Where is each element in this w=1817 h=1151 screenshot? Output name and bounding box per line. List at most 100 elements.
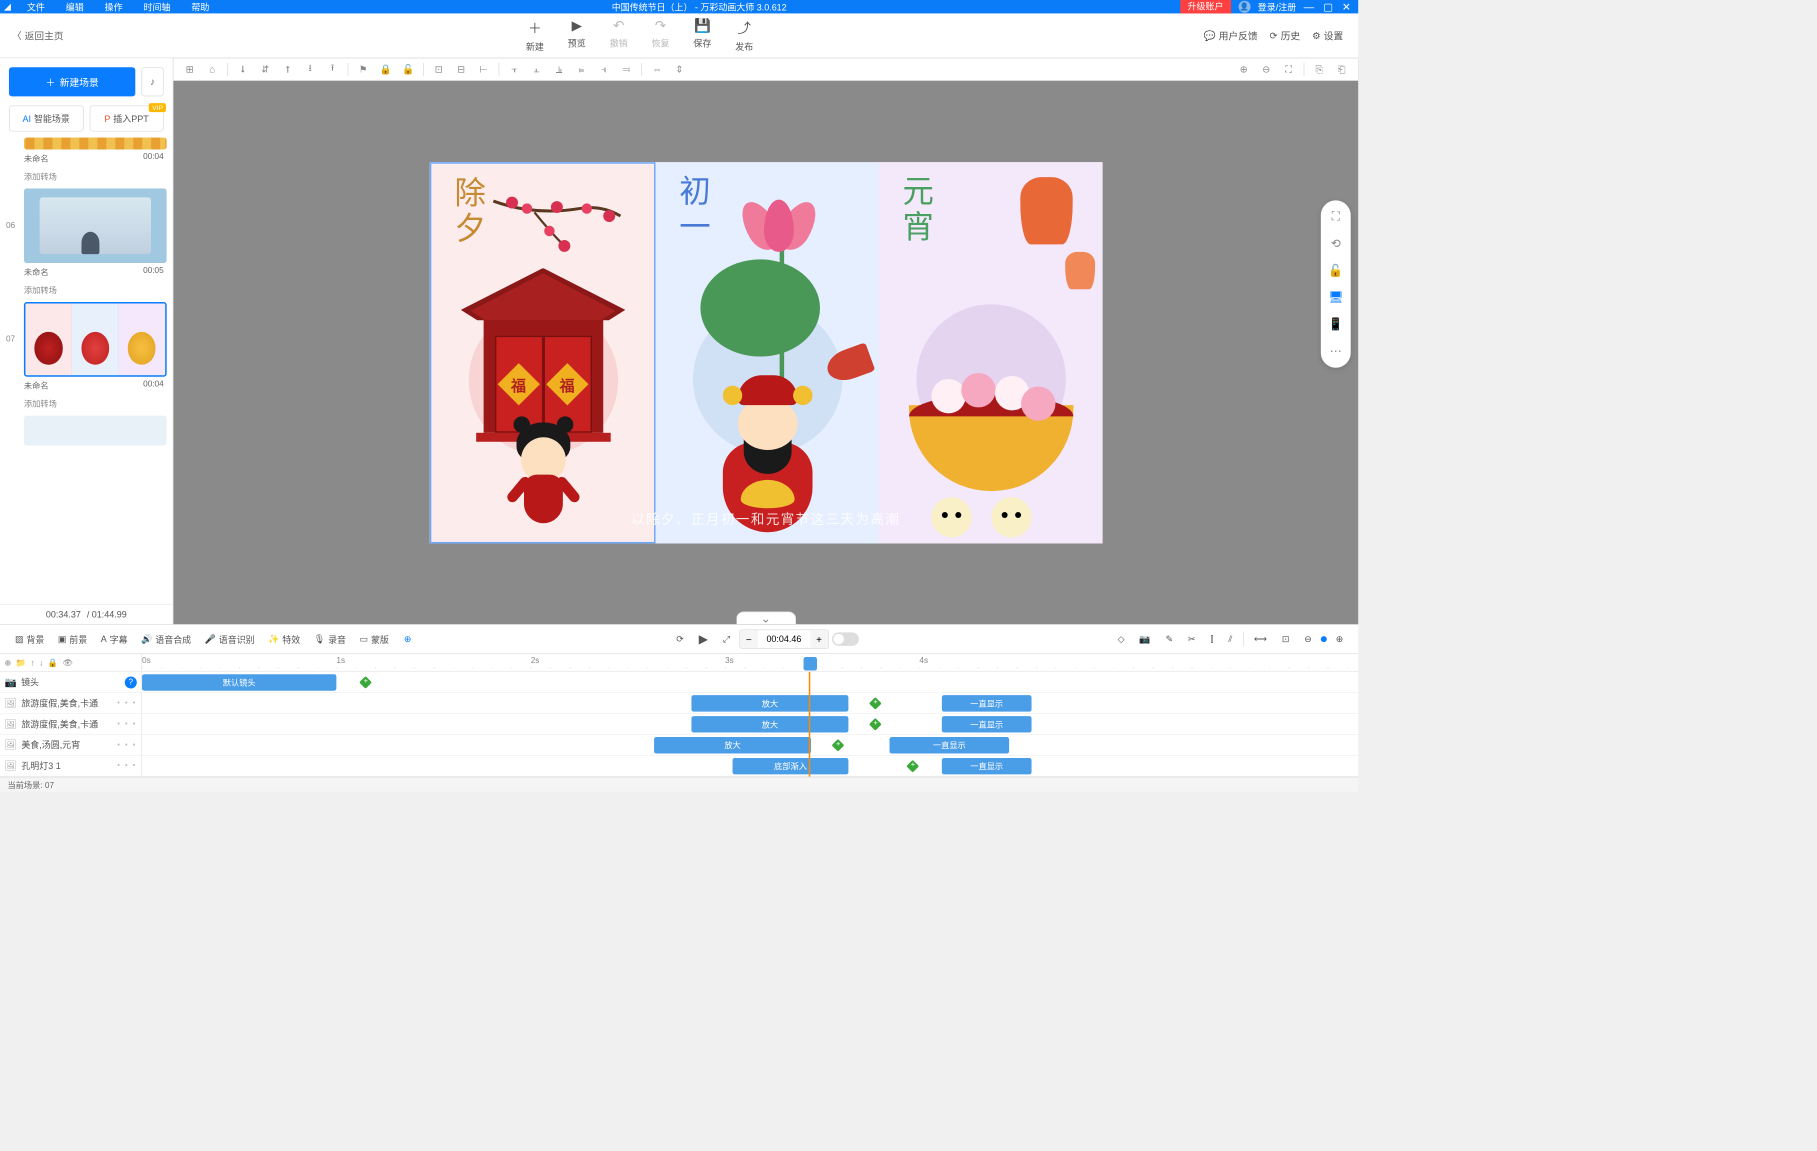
layer-down-icon[interactable]: ↓ bbox=[39, 658, 43, 667]
canvas-panel-chuxi[interactable]: 除夕 福 bbox=[429, 162, 655, 543]
track-label[interactable]: 🖼旅游度假,美食,卡通• • • bbox=[0, 693, 142, 713]
fullscreen-icon[interactable]: ⛶ bbox=[1327, 208, 1345, 226]
close-icon[interactable]: ✕ bbox=[1342, 0, 1351, 13]
scene-item[interactable]: 06 未命名00:05 添加转场 bbox=[6, 188, 167, 299]
track-label[interactable]: 📷镜头? bbox=[0, 672, 142, 692]
clip[interactable]: 一直显示 bbox=[942, 695, 1032, 711]
tl-蒙版[interactable]: ▭ 蒙版 bbox=[353, 630, 394, 649]
menu-help[interactable]: 帮助 bbox=[182, 0, 218, 13]
tl-背景[interactable]: ▨ 背景 bbox=[9, 630, 50, 649]
home-icon[interactable]: ⌂ bbox=[202, 60, 223, 78]
lock-tracks-icon[interactable]: 🔒 bbox=[48, 658, 58, 668]
keyframe[interactable] bbox=[869, 718, 882, 731]
toolbar-right-设置[interactable]: ⚙ 设置 bbox=[1312, 28, 1343, 42]
canvas-panel-yuanxiao[interactable]: 元宵 bbox=[879, 162, 1102, 543]
back-to-home-link[interactable]: 〈 返回主页 bbox=[0, 28, 76, 42]
unlock-canvas-icon[interactable]: 🔓 bbox=[1327, 262, 1345, 280]
zoom-selection-icon[interactable]: ⊡ bbox=[1276, 631, 1295, 647]
zoom-out-tl-icon[interactable]: ⊖ bbox=[1298, 631, 1317, 647]
align-left-icon[interactable]: ⊢ bbox=[473, 60, 494, 78]
path-tool-icon[interactable]: ⫽ bbox=[1222, 631, 1238, 648]
clip[interactable]: 底部渐入 bbox=[733, 758, 849, 774]
mobile-view-icon[interactable]: 📱 bbox=[1327, 315, 1345, 333]
desktop-view-icon[interactable]: 🖥 bbox=[1327, 289, 1345, 307]
loop-icon[interactable]: ⟳ bbox=[670, 631, 689, 647]
clip[interactable]: 放大 bbox=[691, 695, 848, 711]
folder-icon[interactable]: 📁 bbox=[16, 658, 26, 668]
expand-icon[interactable]: ⤢ bbox=[717, 631, 736, 648]
align-bottom-icon[interactable]: ⭣ bbox=[232, 60, 253, 78]
grid-icon[interactable]: ⊞ bbox=[179, 60, 200, 78]
zoom-in-icon[interactable]: ⊕ bbox=[1233, 60, 1254, 78]
rotate-icon[interactable]: ⟲ bbox=[1327, 235, 1345, 253]
scene-thumb[interactable] bbox=[24, 188, 167, 263]
menu-action[interactable]: 操作 bbox=[96, 0, 132, 13]
track-lane[interactable]: 放大 一直显示 bbox=[142, 735, 1358, 755]
align-h-right-icon[interactable]: ⫡ bbox=[549, 60, 570, 78]
time-decrement-button[interactable]: − bbox=[740, 630, 758, 648]
maximize-icon[interactable]: ▢ bbox=[1323, 0, 1333, 13]
menu-edit[interactable]: 编辑 bbox=[57, 0, 93, 13]
add-track-icon[interactable]: ⊕ bbox=[4, 658, 11, 668]
clip[interactable]: 一直显示 bbox=[942, 716, 1032, 732]
lock-icon[interactable]: 🔒 bbox=[375, 60, 396, 78]
canvas-page[interactable]: 📷 默认镜头 除夕 bbox=[429, 162, 1102, 543]
align-h-left-icon[interactable]: ⫟ bbox=[504, 60, 525, 78]
keyframe[interactable] bbox=[869, 697, 882, 710]
tl-前景[interactable]: ▣ 前景 bbox=[52, 630, 93, 649]
track-lane[interactable]: 放大 一直显示 bbox=[142, 714, 1358, 734]
zoom-out-icon[interactable]: ⊖ bbox=[1256, 60, 1277, 78]
clip[interactable]: 放大 bbox=[654, 737, 811, 753]
avatar-icon[interactable]: 👤 bbox=[1238, 1, 1250, 13]
tl-语音合成[interactable]: 🔊 语音合成 bbox=[135, 630, 197, 649]
bring-front-icon[interactable]: ⭱ bbox=[322, 60, 343, 78]
keyframe[interactable] bbox=[359, 676, 372, 689]
play-button[interactable]: ▶ bbox=[693, 629, 714, 650]
keyframe[interactable] bbox=[906, 760, 919, 773]
help-icon[interactable]: ? bbox=[125, 676, 137, 688]
split-tool-icon[interactable]: ✂ bbox=[1182, 631, 1201, 647]
login-register-link[interactable]: 登录/注册 bbox=[1258, 0, 1296, 13]
track-lane[interactable]: 放大 一直显示 bbox=[142, 693, 1358, 713]
edit-tool-icon[interactable]: ✎ bbox=[1160, 631, 1179, 647]
toolbar-预览[interactable]: ▶预览 bbox=[568, 18, 586, 53]
align-v-top-icon[interactable]: ⫢ bbox=[571, 60, 592, 78]
smart-scene-button[interactable]: AI 智能场景 bbox=[9, 105, 83, 131]
zoom-in-tl-icon[interactable]: ⊕ bbox=[1330, 631, 1349, 647]
menu-timeline[interactable]: 时间轴 bbox=[135, 0, 180, 13]
tl-字幕[interactable]: A 字幕 bbox=[95, 630, 134, 649]
keyframe[interactable] bbox=[832, 739, 845, 752]
toolbar-新建[interactable]: ＋新建 bbox=[526, 18, 544, 53]
scene-item[interactable]: 07 未命名00:04 添加转场 bbox=[6, 302, 167, 413]
more-icon[interactable]: ⋯ bbox=[1327, 342, 1345, 360]
clip[interactable]: 放大 bbox=[691, 716, 848, 732]
align-h-center-icon[interactable]: ⫠ bbox=[526, 60, 547, 78]
scene-item[interactable]: 未命名00:04 添加转场 bbox=[6, 138, 167, 186]
align-middle-icon[interactable]: ⇵ bbox=[255, 60, 276, 78]
track-label[interactable]: 🖼旅游度假,美食,卡通• • • bbox=[0, 714, 142, 734]
add-transition-link[interactable]: 添加转场 bbox=[6, 281, 167, 299]
align-v-bottom-icon[interactable]: ⫤ bbox=[616, 60, 637, 78]
fit-icon[interactable]: ⛶ bbox=[1278, 60, 1299, 78]
more-tools-icon[interactable]: ⊕ bbox=[398, 631, 417, 647]
track-lane[interactable]: 默认镜头 bbox=[142, 672, 1358, 692]
add-transition-link[interactable]: 添加转场 bbox=[6, 167, 167, 185]
tl-语音识别[interactable]: 🎤 语音识别 bbox=[199, 630, 261, 649]
zoom-fit-icon[interactable]: ⟷ bbox=[1248, 631, 1273, 647]
flag-icon[interactable]: ⚑ bbox=[353, 60, 374, 78]
align-top-icon[interactable]: ⭡ bbox=[277, 60, 298, 78]
upgrade-account-button[interactable]: 升级账户 bbox=[1180, 0, 1231, 13]
scene-thumb[interactable] bbox=[24, 416, 167, 446]
scene-item[interactable] bbox=[6, 416, 167, 446]
dist-h-icon[interactable]: ⇔ bbox=[647, 60, 668, 78]
canvas-panel-chuyi[interactable]: 初一 bbox=[656, 162, 879, 543]
tl-录音[interactable]: 🎙 录音 bbox=[308, 630, 352, 649]
clip[interactable]: 一直显示 bbox=[890, 737, 1010, 753]
align-v-middle-icon[interactable]: ⫣ bbox=[594, 60, 615, 78]
track-lane[interactable]: 底部渐入一直显示 bbox=[142, 756, 1358, 776]
keyframe-tool-icon[interactable]: ◇ bbox=[1112, 631, 1131, 647]
copy-icon[interactable]: ⎘ bbox=[1309, 60, 1330, 78]
track-label[interactable]: 🖼美食,汤圆,元宵• • • bbox=[0, 735, 142, 755]
send-back-icon[interactable]: ⭳ bbox=[300, 60, 321, 78]
minimize-icon[interactable]: — bbox=[1304, 0, 1314, 13]
